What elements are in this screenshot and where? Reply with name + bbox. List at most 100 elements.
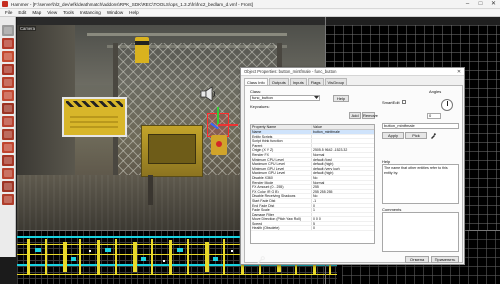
cancel-button[interactable]: Отмена	[405, 256, 429, 263]
yellow-machine	[141, 125, 203, 177]
overlay-tool-icon[interactable]	[1, 129, 14, 140]
property-value-cell: 0	[313, 226, 315, 231]
col-property-name[interactable]: Property Name	[251, 125, 313, 129]
support-pole	[148, 175, 153, 205]
entity-tool-icon[interactable]	[1, 64, 14, 75]
tab-visgroup[interactable]: VisGroup	[324, 78, 348, 85]
menu-tools[interactable]: Tools	[60, 10, 77, 15]
property-name-cell: Start Fade Dist	[251, 198, 313, 203]
menu-bar: File Edit Map View Tools Instancing Wind…	[0, 9, 500, 17]
yellow-column	[135, 37, 149, 63]
window-title-bar: Hammer - [F:\server\hl2_dev\efk\deathmat…	[0, 0, 500, 9]
property-name-cell: Origin (X Y Z)	[251, 148, 313, 152]
hammer-app-icon	[2, 1, 8, 7]
selection-tool-icon[interactable]	[1, 25, 14, 36]
minimize-button[interactable]: –	[461, 0, 474, 9]
speaker-entity-icon[interactable]	[200, 85, 218, 103]
camera-tool-icon[interactable]	[1, 51, 14, 62]
property-value-cell: 2505.5 9642 -1523.32	[313, 148, 348, 152]
object-properties-dialog: Object Properties: button_mintfmale - fu…	[240, 67, 465, 265]
property-name-cell: Disable Receiving Shadows	[251, 194, 313, 198]
remove-button[interactable]: Remove	[362, 112, 378, 119]
window-title: Hammer - [F:\server\hl2_dev\efk\deathmat…	[11, 1, 253, 7]
menu-map[interactable]: Map	[29, 10, 44, 15]
tab-class-info[interactable]: Class Info	[244, 78, 268, 85]
property-value-cell	[312, 213, 374, 217]
property-value-cell: default (very low)	[313, 166, 340, 171]
clipping-tool-icon[interactable]	[1, 142, 14, 153]
viewport-label[interactable]: Camera	[19, 26, 36, 31]
pick-button[interactable]: Pick	[405, 132, 427, 139]
help-text-box: The name that other entities refer to th…	[382, 164, 459, 204]
menu-window[interactable]: Window	[104, 10, 126, 15]
apply-bottom-button[interactable]: Применить	[431, 256, 459, 263]
property-name-cell: Render FX	[251, 152, 313, 157]
dialog-body: Class: func_button Keyvalues: Help Add R…	[244, 85, 463, 263]
property-value-cell: No	[313, 194, 318, 198]
magnify-tool-icon[interactable]	[1, 38, 14, 49]
keyvalues-label: Keyvalues:	[250, 104, 270, 109]
property-value-cell: Normal	[313, 180, 325, 185]
texture-tool-icon[interactable]	[1, 90, 14, 101]
gizmo-y-axis[interactable]	[217, 107, 219, 125]
help-text: The name that other entities refer to th…	[384, 166, 448, 175]
property-value-cell	[312, 135, 374, 139]
eyedropper-icon[interactable]	[430, 133, 436, 139]
sign-hazard-stripe	[66, 101, 123, 107]
gizmo-x-axis[interactable]	[218, 124, 238, 126]
property-value-cell: 1	[313, 208, 315, 212]
menu-file[interactable]: File	[2, 10, 15, 15]
menu-help[interactable]: Help	[126, 10, 141, 15]
property-value-cell: Normal	[313, 152, 325, 157]
sound-tool-icon[interactable]	[1, 194, 14, 205]
add-button[interactable]: Add	[349, 112, 361, 119]
property-value-cell: default (low)	[313, 157, 333, 162]
table-row[interactable]: Health (Obsolete) 0	[251, 226, 374, 232]
tab-outputs[interactable]: Outputs	[268, 78, 289, 85]
angles-dial-icon[interactable]	[441, 99, 453, 111]
apply-texture-icon[interactable]	[1, 103, 14, 114]
tab-flags[interactable]: Flags	[307, 78, 324, 85]
dialog-close-icon[interactable]: ✕	[454, 69, 464, 75]
smartedit-checkbox[interactable]	[402, 100, 406, 104]
close-button[interactable]: ✕	[487, 0, 500, 9]
property-name-cell: Move Direction (Pitch Yaw Roll)	[251, 217, 313, 221]
cordon-tool-icon[interactable]	[1, 181, 14, 192]
property-value-cell	[312, 139, 374, 143]
tab-inputs[interactable]: Inputs	[289, 78, 307, 85]
class-label: Class:	[250, 89, 262, 94]
menu-edit[interactable]: Edit	[15, 10, 29, 15]
property-value-cell: default (high)	[313, 162, 334, 166]
vertex-tool-icon[interactable]	[1, 155, 14, 166]
menu-instancing[interactable]: Instancing	[77, 10, 104, 15]
apply-button[interactable]: Apply	[382, 132, 404, 139]
col-value[interactable]: Value	[312, 125, 374, 129]
name-value-field[interactable]: button_mintfmale	[382, 123, 459, 129]
dialog-title-bar[interactable]: Object Properties: button_mintfmale - fu…	[241, 68, 464, 76]
smartedit-label: SmartEdit	[382, 100, 400, 105]
property-name-cell: Minimum CPU Level	[251, 157, 313, 162]
path-tool-icon[interactable]	[1, 168, 14, 179]
class-dropdown[interactable]: func_button	[250, 95, 320, 101]
menu-view[interactable]: View	[44, 10, 60, 15]
angles-value: 0	[429, 113, 432, 118]
wrench-icon[interactable]	[257, 256, 265, 264]
property-name-cell: Maximum CPU Level	[251, 162, 313, 166]
property-name-cell: Parent	[251, 143, 313, 148]
angles-input[interactable]: 0	[427, 113, 441, 119]
property-value-cell: -1	[313, 198, 317, 203]
property-name-cell: Minimum GPU Level	[251, 166, 313, 171]
keyvalues-table[interactable]: Property Name Value Name button_mintfmale…	[250, 124, 375, 244]
dropdown-arrow-icon[interactable]	[314, 96, 319, 100]
property-value-cell: 0	[313, 203, 315, 208]
help-button[interactable]: Help	[333, 95, 349, 102]
maximize-button[interactable]: □	[474, 0, 487, 9]
button-red-cap	[216, 141, 222, 147]
angles-label: Angles	[429, 89, 442, 94]
property-name-cell: Disable X360	[251, 175, 313, 180]
property-name-cell: Name	[251, 130, 313, 134]
property-name-cell: Maximum GPU Level	[251, 171, 313, 175]
comments-textarea[interactable]	[382, 212, 459, 252]
block-tool-icon[interactable]	[1, 77, 14, 88]
decal-tool-icon[interactable]	[1, 116, 14, 127]
